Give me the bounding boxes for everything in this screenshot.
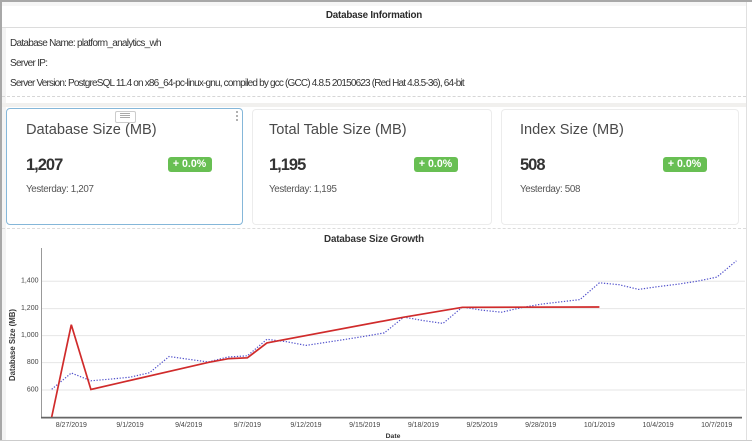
svg-text:9/7/2019: 9/7/2019 bbox=[234, 422, 261, 429]
svg-text:1,400: 1,400 bbox=[21, 278, 39, 285]
svg-text:9/28/2019: 9/28/2019 bbox=[525, 422, 556, 429]
svg-text:10/7/2019: 10/7/2019 bbox=[701, 422, 732, 429]
svg-text:10/4/2019: 10/4/2019 bbox=[643, 422, 674, 429]
svg-text:9/12/2019: 9/12/2019 bbox=[290, 422, 321, 429]
svg-text:9/15/2019: 9/15/2019 bbox=[349, 422, 380, 429]
svg-text:9/4/2019: 9/4/2019 bbox=[175, 422, 202, 429]
svg-text:10/1/2019: 10/1/2019 bbox=[584, 422, 615, 429]
svg-text:9/18/2019: 9/18/2019 bbox=[408, 422, 439, 429]
svg-text:8/27/2019: 8/27/2019 bbox=[56, 422, 87, 429]
svg-text:Database Size (MB): Database Size (MB) bbox=[8, 309, 17, 381]
svg-text:1,000: 1,000 bbox=[21, 332, 39, 339]
svg-text:1,200: 1,200 bbox=[21, 305, 39, 312]
svg-text:9/1/2019: 9/1/2019 bbox=[116, 422, 143, 429]
svg-text:9/25/2019: 9/25/2019 bbox=[467, 422, 498, 429]
svg-text:600: 600 bbox=[27, 387, 39, 394]
svg-text:800: 800 bbox=[27, 359, 39, 366]
